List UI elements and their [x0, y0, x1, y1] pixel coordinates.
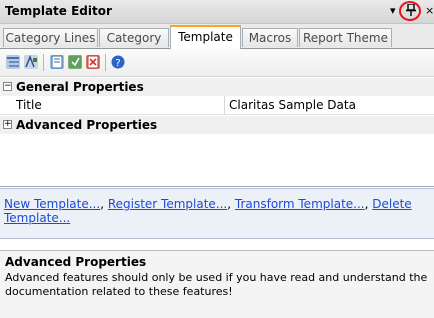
category-advanced-properties[interactable]: + Advanced Properties — [0, 116, 434, 134]
property-name: Title — [16, 98, 42, 112]
register-template-link[interactable]: Register Template... — [108, 197, 227, 211]
clear-icon[interactable] — [86, 55, 100, 69]
toolbar: ? — [0, 49, 434, 77]
command-links: New Template..., Register Template..., T… — [4, 197, 430, 225]
category-label: General Properties — [16, 80, 144, 94]
new-template-link[interactable]: New Template... — [4, 197, 100, 211]
help-title: Advanced Properties — [5, 255, 147, 269]
pin-highlight-annotation — [399, 1, 421, 21]
toolbar-separator — [105, 54, 106, 71]
link-separator: , — [227, 197, 235, 211]
tab-report-theme[interactable]: Report Theme — [299, 28, 392, 47]
property-grid: − General Properties Title Claritas Samp… — [0, 78, 434, 187]
property-value[interactable]: Claritas Sample Data — [229, 96, 356, 114]
alphabetical-icon[interactable] — [24, 54, 38, 69]
commands-pane: New Template..., Register Template..., T… — [0, 188, 434, 239]
window-title: Template Editor — [5, 4, 112, 18]
property-row-title[interactable]: Title Claritas Sample Data — [0, 96, 434, 115]
window-menu-dropdown-icon[interactable]: ▾ — [390, 4, 396, 18]
help-icon[interactable]: ? — [111, 55, 125, 69]
expand-icon[interactable]: + — [3, 120, 12, 129]
property-pages-icon[interactable] — [50, 55, 64, 69]
column-divider — [224, 96, 225, 114]
events-icon[interactable] — [68, 55, 82, 69]
link-separator: , — [100, 197, 108, 211]
tab-category-lines[interactable]: Category Lines — [3, 28, 98, 47]
category-general-properties[interactable]: − General Properties — [0, 78, 434, 96]
transform-template-link[interactable]: Transform Template... — [235, 197, 365, 211]
close-icon[interactable]: × — [425, 4, 434, 18]
category-label: Advanced Properties — [16, 118, 158, 132]
toolbar-separator — [43, 54, 44, 71]
tab-category[interactable]: Category — [99, 28, 169, 47]
tab-macros[interactable]: Macros — [242, 28, 298, 47]
title-bar: Template Editor ▾ × — [0, 0, 434, 24]
svg-text:?: ? — [115, 58, 120, 69]
categorized-icon[interactable] — [6, 55, 20, 69]
help-pane: Advanced Properties Advanced features sh… — [0, 250, 434, 318]
help-description: Advanced features should only be used if… — [5, 271, 428, 298]
tab-strip: Category Lines Category Template Macros … — [0, 24, 434, 49]
collapse-icon[interactable]: − — [3, 82, 12, 91]
tab-template[interactable]: Template — [170, 25, 241, 49]
